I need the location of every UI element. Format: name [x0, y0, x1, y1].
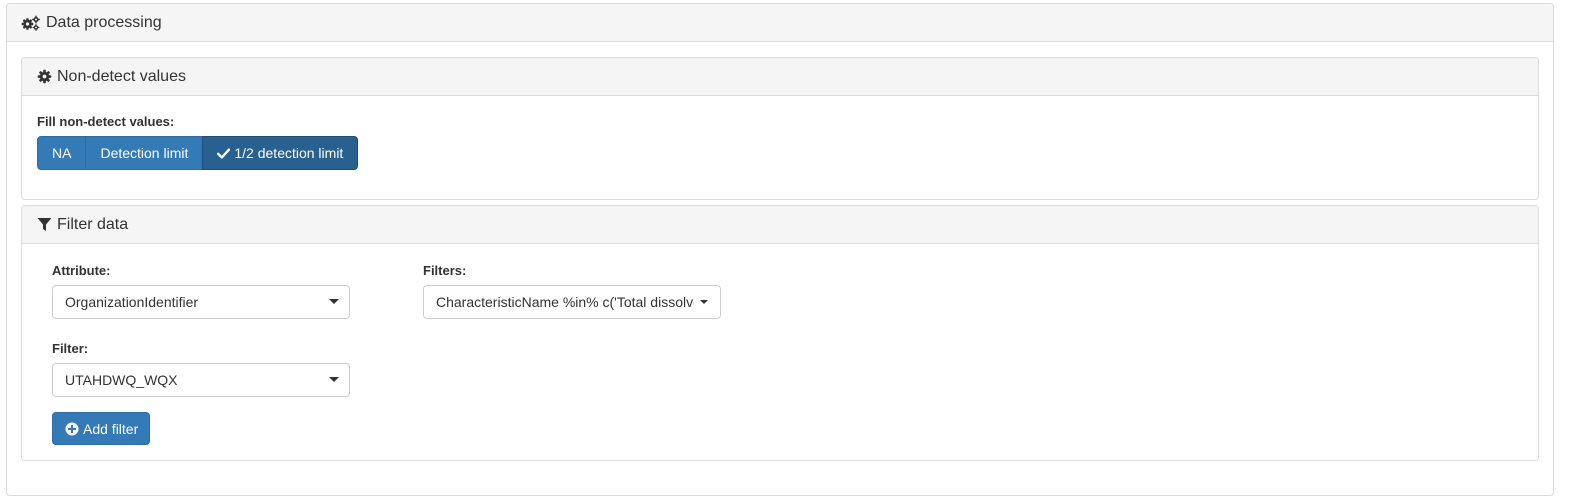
non-detect-title: Non-detect values	[57, 67, 186, 85]
fill-option-group: NA Detection limit 1/2 detection limit	[37, 136, 359, 170]
option-detection-limit-label: Detection limit	[100, 145, 189, 161]
filter-select-value: UTAHDWQ_WQX	[65, 372, 178, 388]
filter-icon	[37, 217, 52, 232]
add-filter-label: Add filter	[83, 420, 139, 437]
attribute-select[interactable]: OrganizationIdentifier	[52, 285, 350, 319]
data-processing-title: Data processing	[46, 13, 162, 31]
data-processing-panel: Data processing Non-detect values Fill n	[6, 3, 1554, 496]
cogs-icon	[21, 15, 41, 31]
filters-select[interactable]: CharacteristicName %in% c('Total dissolv…	[423, 285, 721, 319]
non-detect-heading: Non-detect values	[22, 58, 1538, 96]
data-processing-heading: Data processing	[7, 4, 1553, 42]
check-icon	[217, 147, 231, 159]
attribute-select-value: OrganizationIdentifier	[65, 294, 199, 310]
add-filter-button[interactable]: Add filter	[52, 412, 151, 445]
attribute-label: Attribute:	[52, 263, 111, 278]
option-half-detection-limit-button[interactable]: 1/2 detection limit	[202, 136, 359, 170]
fill-non-detect-label: Fill non-detect values:	[37, 114, 175, 129]
non-detect-panel: Non-detect values Fill non-detect values…	[21, 57, 1539, 200]
filters-label: Filters:	[423, 263, 467, 278]
option-na-button[interactable]: NA	[37, 136, 87, 170]
option-half-detection-limit-label: 1/2 detection limit	[234, 145, 344, 161]
filter-data-heading: Filter data	[22, 206, 1538, 244]
option-na-label: NA	[52, 145, 72, 161]
chevron-down-icon	[700, 300, 708, 304]
chevron-down-icon	[329, 299, 339, 304]
plus-circle-icon	[65, 422, 79, 436]
filters-select-value: CharacteristicName %in% c('Total dissolv…	[436, 294, 694, 310]
cog-icon	[37, 69, 52, 84]
chevron-down-icon	[329, 377, 339, 382]
filter-label: Filter:	[52, 341, 89, 356]
filter-select[interactable]: UTAHDWQ_WQX	[52, 363, 350, 397]
filter-data-panel: Filter data Attribute: OrganizationIdent…	[21, 205, 1539, 461]
option-detection-limit-button[interactable]: Detection limit	[85, 136, 204, 170]
filter-data-title: Filter data	[57, 215, 129, 233]
